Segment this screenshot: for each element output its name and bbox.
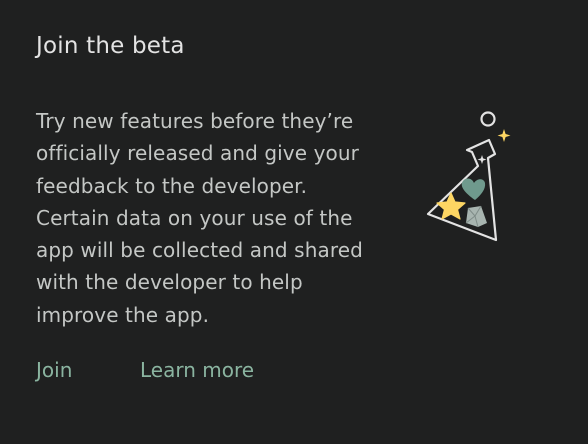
card-title: Join the beta <box>36 33 185 59</box>
beta-description: Try new features before they’re official… <box>36 105 396 331</box>
sparkle-icon <box>477 155 487 164</box>
description-line: Certain data on your use of the <box>36 205 353 230</box>
description-line: improve the app. <box>36 302 210 327</box>
description-line: feedback to the developer. <box>36 173 308 198</box>
join-beta-card: Join the beta Try new features before th… <box>0 0 588 444</box>
join-button[interactable]: Join <box>36 353 72 387</box>
description-line: officially released and give your <box>36 141 359 166</box>
sparkle-icon <box>497 129 511 142</box>
description-line: Try new features before they’re <box>36 109 354 133</box>
flask-outline <box>426 138 498 242</box>
bubble-icon <box>480 111 496 127</box>
beaker-flask-icon <box>426 111 511 242</box>
description-line: with the developer to help <box>36 270 303 295</box>
learn-more-button[interactable]: Learn more <box>140 353 254 387</box>
description-line: app will be collected and shared <box>36 238 363 263</box>
heart-icon <box>461 178 486 200</box>
star-icon <box>436 192 466 220</box>
